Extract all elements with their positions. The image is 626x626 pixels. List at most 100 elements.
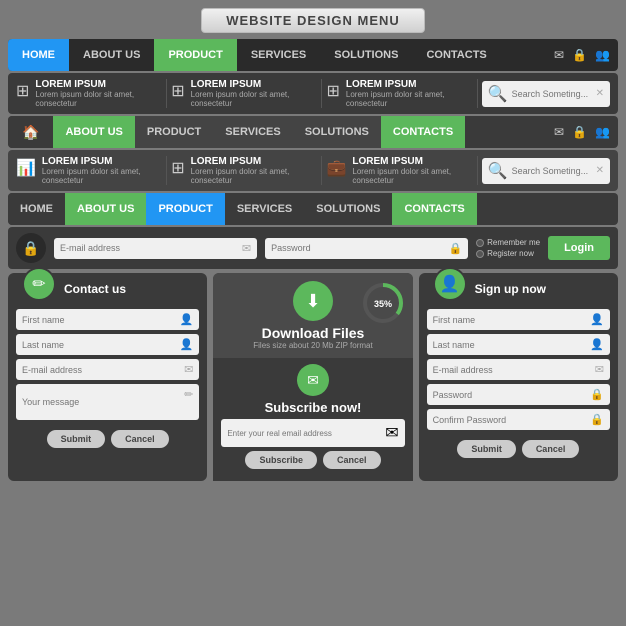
nav1-solutions[interactable]: SOLUTIONS — [320, 39, 412, 71]
nav1-product[interactable]: PRODUCT — [154, 39, 236, 71]
signup-firstname-field[interactable]: 👤 — [427, 309, 610, 330]
content-text-4: LOREM IPSUM Lorem ipsum dolor sit amet, … — [42, 156, 158, 185]
download-footer: Subscribe Cancel — [221, 451, 404, 475]
login-button[interactable]: Login — [548, 236, 610, 260]
content-text-6: LOREM IPSUM Lorem ipsum dolor sit amet, … — [352, 156, 468, 185]
signup-confirm-input[interactable] — [433, 415, 587, 425]
nav1-icons: ✉ 🔒 👥 — [554, 48, 618, 62]
email-icon: ✉ — [554, 48, 564, 62]
email-icon-subscribe: ✉ — [307, 372, 319, 389]
nav3-services[interactable]: SERVICES — [225, 193, 304, 225]
email-icon-2: ✉ — [554, 125, 564, 139]
search-icon-1: 🔍 — [488, 84, 508, 104]
contact-email-input[interactable] — [22, 365, 180, 375]
grid-icon-4: ⊞ — [171, 158, 184, 178]
contact-footer: Submit Cancel — [8, 430, 207, 454]
nav3-home[interactable]: HOME — [8, 193, 65, 225]
navbar-2: 🏠 ABOUT US PRODUCT SERVICES SOLUTIONS CO… — [8, 116, 618, 148]
email-input-login[interactable] — [60, 243, 238, 253]
signup-cancel-button[interactable]: Cancel — [522, 440, 580, 458]
nav3-contacts[interactable]: CONTACTS — [392, 193, 476, 225]
nav1-contacts[interactable]: CONTACTS — [412, 39, 500, 71]
signup-panel: 👤 Sign up now 👤 👤 ✉ 🔒 🔒 — [419, 273, 618, 481]
remember-label: Remember me — [487, 238, 540, 247]
signup-body: 👤 👤 ✉ 🔒 🔒 — [419, 305, 618, 440]
nav3-about[interactable]: ABOUT US — [65, 193, 146, 225]
user-icon-signup-1: 👤 — [590, 313, 604, 326]
signup-email-input[interactable] — [433, 365, 591, 375]
nav2-about[interactable]: ABOUT US — [53, 116, 134, 148]
nav1-about[interactable]: ABOUT US — [69, 39, 154, 71]
grid-icon-2: ⊞ — [171, 81, 184, 101]
signup-lastname-field[interactable]: 👤 — [427, 334, 610, 355]
signup-password-field[interactable]: 🔒 — [427, 384, 610, 405]
nav2-home[interactable]: 🏠 — [8, 116, 53, 148]
contact-message-field[interactable]: ✏ — [16, 384, 199, 420]
signup-submit-button[interactable]: Submit — [457, 440, 516, 458]
content-title-6: LOREM IPSUM — [352, 156, 468, 167]
content-desc-3: Lorem ipsum dolor sit amet, consectetur — [346, 90, 469, 108]
signup-password-input[interactable] — [433, 390, 587, 400]
contact-lastname-input[interactable] — [22, 340, 176, 350]
navbar-1: HOME ABOUT US PRODUCT SERVICES SOLUTIONS… — [8, 39, 618, 71]
search-box-2[interactable]: 🔍 ✕ — [482, 158, 610, 184]
nav1-services[interactable]: SERVICES — [237, 39, 320, 71]
lock-circle-icon: 🔒 — [16, 233, 46, 263]
nav2-product[interactable]: PRODUCT — [135, 116, 213, 148]
search-box-1[interactable]: 🔍 ✕ — [482, 81, 610, 107]
subscribe-cancel-button[interactable]: Cancel — [323, 451, 381, 469]
register-item: Register now — [476, 249, 540, 258]
password-input-login[interactable] — [271, 243, 444, 253]
navbar-3: HOME ABOUT US PRODUCT SERVICES SOLUTIONS… — [8, 193, 618, 225]
subscribe-button[interactable]: Subscribe — [245, 451, 317, 469]
search-input-1[interactable] — [512, 89, 592, 99]
briefcase-icon: 💼 — [326, 158, 346, 178]
lock-icon: 🔒 — [572, 48, 587, 62]
contact-submit-button[interactable]: Submit — [47, 430, 106, 448]
content-text-5: LOREM IPSUM Lorem ipsum dolor sit amet, … — [191, 156, 314, 185]
nav2-services[interactable]: SERVICES — [213, 116, 292, 148]
nav2-solutions[interactable]: SOLUTIONS — [293, 116, 381, 148]
clear-search-icon-2[interactable]: ✕ — [596, 165, 604, 176]
contact-lastname-field[interactable]: 👤 — [16, 334, 199, 355]
register-radio[interactable] — [476, 250, 484, 258]
content-title-4: LOREM IPSUM — [42, 156, 158, 167]
title-bar: WEBSITE DESIGN MENU — [0, 0, 626, 37]
subscribe-email-field[interactable]: ✉ — [221, 419, 404, 447]
remember-box: Remember me Register now — [476, 238, 540, 258]
content-item-4: 📊 LOREM IPSUM Lorem ipsum dolor sit amet… — [16, 156, 167, 185]
contact-firstname-input[interactable] — [22, 315, 176, 325]
remember-me-item: Remember me — [476, 238, 540, 247]
signup-confirm-field[interactable]: 🔒 — [427, 409, 610, 430]
signup-lastname-input[interactable] — [433, 340, 587, 350]
signup-email-field[interactable]: ✉ — [427, 359, 610, 380]
email-field-login[interactable]: ✉ — [54, 238, 257, 259]
subscribe-title: Subscribe now! — [221, 400, 404, 415]
content-desc-4: Lorem ipsum dolor sit amet, consectetur — [42, 167, 158, 185]
subscribe-email-input[interactable] — [227, 429, 381, 438]
content-item-3: ⊞ LOREM IPSUM Lorem ipsum dolor sit amet… — [326, 79, 477, 108]
chart-icon: 📊 — [16, 158, 36, 178]
nav3-solutions[interactable]: SOLUTIONS — [304, 193, 392, 225]
contact-email-field[interactable]: ✉ — [16, 359, 199, 380]
signup-icon-circle: 👤 — [433, 267, 467, 301]
download-body: ✉ Subscribe now! ✉ Subscribe Cancel — [213, 358, 412, 481]
lock-icon-login: 🔒 — [448, 242, 462, 255]
user-icon-signup-2: 👤 — [590, 338, 604, 351]
contact-firstname-field[interactable]: 👤 — [16, 309, 199, 330]
nav2-contacts[interactable]: CONTACTS — [381, 116, 465, 148]
clear-search-icon[interactable]: ✕ — [596, 88, 604, 99]
contact-message-input[interactable] — [22, 388, 180, 416]
signup-firstname-input[interactable] — [433, 315, 587, 325]
user-icon-signup: 👤 — [440, 274, 460, 294]
contact-cancel-button[interactable]: Cancel — [111, 430, 169, 448]
register-label: Register now — [487, 249, 534, 258]
search-input-2[interactable] — [512, 166, 592, 176]
search-icon-2: 🔍 — [488, 161, 508, 181]
users-icon: 👥 — [595, 48, 610, 62]
nav1-home[interactable]: HOME — [8, 39, 69, 71]
content-text-3: LOREM IPSUM Lorem ipsum dolor sit amet, … — [346, 79, 469, 108]
nav3-product[interactable]: PRODUCT — [146, 193, 224, 225]
password-field-login[interactable]: 🔒 — [265, 238, 468, 259]
remember-radio[interactable] — [476, 239, 484, 247]
